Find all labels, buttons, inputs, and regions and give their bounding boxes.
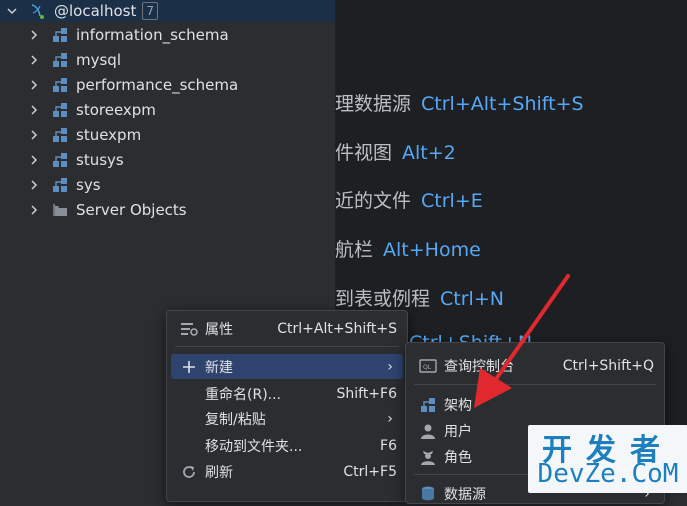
menu-item-shortcut: F6 [380,437,397,454]
hint-shortcut: Ctrl+E [421,190,483,212]
tree-item-sys[interactable]: sys [0,172,335,197]
datasource-icon [418,486,438,502]
hint-text: 理数据源 [335,93,412,115]
role-icon [418,449,438,465]
tree-item-label: performance_schema [76,75,239,94]
hint-shortcut: Alt+2 [402,142,456,164]
tree-item-label: sys [76,175,101,194]
menu-item-label: 属性 [205,321,233,338]
hint-recent-files: 近的文件 Ctrl+E [335,186,483,213]
schema-icon [53,27,67,42]
schema-icon [53,77,67,92]
watermark-en: DevZe.CoM [537,459,679,489]
schema-icon [53,127,67,142]
empty-icon-slot [179,438,199,454]
annotation-arrow [474,274,570,408]
tree-item-stusys[interactable]: stusys [0,147,335,172]
site-watermark: 开发者 DevZe.CoM [528,425,687,493]
tree-item-label: mysql [76,50,121,69]
chevron-right-icon[interactable] [28,129,40,141]
tree-item-server-objects[interactable]: Server Objects [0,197,335,222]
menu-separator [175,346,399,347]
tree-item-mysql[interactable]: mysql [0,47,335,72]
menu-item-refresh[interactable]: 刷新 Ctrl+F5 [171,459,403,484]
schema-icon [53,102,67,117]
hint-shortcut: Alt+Home [383,239,481,261]
chevron-right-icon[interactable] [28,154,40,166]
tree-item-storeexpm[interactable]: storeexpm [0,97,335,122]
chevron-right-icon[interactable] [28,104,40,116]
folder-icon [53,203,67,216]
hint-text: 航栏 [335,239,374,261]
empty-icon-slot [179,386,199,402]
hint-shortcut: Ctrl+Alt+Shift+S [421,93,584,115]
tree-item-label: stuexpm [76,125,142,144]
hint-file-view: 件视图 Alt+2 [335,138,456,165]
chevron-right-icon: › [387,410,393,427]
chevron-right-icon: › [387,358,393,375]
tree-item-label: information_schema [76,25,229,44]
schema-icon [53,152,67,167]
hint-text: 近的文件 [335,190,412,212]
chevron-right-icon[interactable] [28,79,40,91]
hint-text: 件视图 [335,142,393,164]
menu-item-properties[interactable]: 属性 Ctrl+Alt+Shift+S [171,316,403,341]
menu-item-label: 复制/粘贴 [205,411,266,428]
context-menu: 属性 Ctrl+Alt+Shift+S 新建 › 重命名(R)... Shift… [166,310,408,502]
tree-item-stuexpm[interactable]: stuexpm [0,122,335,147]
menu-item-shortcut: Shift+F6 [336,385,397,402]
menu-item-move-to-folder[interactable]: 移动到文件夹... F6 [171,433,403,458]
menu-item-shortcut: Ctrl+Alt+Shift+S [277,320,397,337]
menu-item-copy-paste[interactable]: 复制/粘贴 › [171,406,403,431]
mysql-dolphin-icon [31,4,44,19]
query-console-icon: QL [418,358,438,374]
hint-text: 到表或例程 [335,288,431,310]
chevron-right-icon[interactable] [28,54,40,66]
chevron-right-icon[interactable] [28,204,40,216]
menu-item-label: 刷新 [205,464,233,481]
tree-item-label: Server Objects [76,200,187,219]
menu-item-label: 移动到文件夹... [205,438,303,455]
schema-icon [418,397,438,413]
menu-item-new[interactable]: 新建 › [171,354,403,379]
menu-item-shortcut: Ctrl+F5 [343,463,397,480]
schema-icon [53,52,67,67]
schema-icon [53,177,67,192]
refresh-icon [179,464,199,480]
tree-item-label: storeexpm [76,100,156,119]
tree-root-localhost[interactable]: @localhost 7 [0,0,335,22]
menu-item-label: 重命名(R)... [205,386,282,403]
chevron-right-icon[interactable] [28,29,40,41]
user-icon [418,423,438,439]
chevron-right-icon[interactable] [28,179,40,191]
svg-text:QL: QL [423,364,432,371]
empty-icon-slot [179,411,199,427]
tree-root-label: @localhost [54,2,137,20]
hint-manage-datasources: 理数据源 Ctrl+Alt+Shift+S [335,89,584,116]
tree-item-information-schema[interactable]: information_schema [0,22,335,47]
properties-icon [179,321,199,337]
connection-count-badge: 7 [142,2,158,20]
tree-item-label: stusys [76,150,124,169]
menu-item-rename[interactable]: 重命名(R)... Shift+F6 [171,381,403,406]
hint-navigation-bar: 航栏 Alt+Home [335,235,481,262]
tree-item-performance-schema[interactable]: performance_schema [0,72,335,97]
chevron-down-icon[interactable] [6,5,18,17]
menu-item-label: 新建 [205,359,233,376]
plus-icon [179,359,199,375]
